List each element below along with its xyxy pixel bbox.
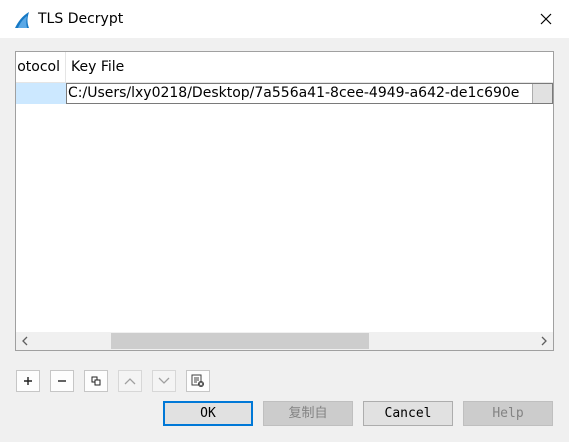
- move-down-icon: [158, 377, 170, 384]
- horizontal-scrollbar[interactable]: [16, 332, 553, 350]
- clear-icon: [191, 374, 204, 387]
- dialog-body: otocol Key File C:/Users/lxy0218/Desktop…: [0, 38, 569, 442]
- copy-icon: [91, 376, 101, 386]
- chevron-left-icon: [22, 336, 28, 346]
- key-file-input[interactable]: C:/Users/lxy0218/Desktop/7a556a41-8cee-4…: [68, 84, 533, 103]
- column-header-key-file[interactable]: Key File: [66, 52, 553, 82]
- table-row[interactable]: C:/Users/lxy0218/Desktop/7a556a41-8cee-4…: [16, 83, 553, 104]
- title-bar: TLS Decrypt: [0, 0, 569, 38]
- column-header-protocol[interactable]: otocol: [16, 52, 66, 82]
- key-table: otocol Key File C:/Users/lxy0218/Desktop…: [15, 51, 554, 351]
- protocol-cell[interactable]: [16, 83, 66, 104]
- key-file-editor[interactable]: C:/Users/lxy0218/Desktop/7a556a41-8cee-4…: [66, 83, 553, 104]
- chevron-right-icon: [541, 336, 547, 346]
- move-down-button[interactable]: [152, 370, 176, 392]
- remove-icon: [58, 380, 66, 382]
- add-icon: [24, 377, 32, 385]
- help-button[interactable]: Help: [463, 401, 553, 426]
- copy-entry-button[interactable]: [84, 370, 108, 392]
- add-entry-button[interactable]: [16, 370, 40, 392]
- ok-button[interactable]: OK: [163, 401, 253, 426]
- scroll-left-button[interactable]: [16, 332, 34, 350]
- remove-entry-button[interactable]: [50, 370, 74, 392]
- table-header: otocol Key File: [16, 52, 553, 83]
- window-title: TLS Decrypt: [38, 11, 124, 27]
- scrollbar-thumb[interactable]: [111, 333, 369, 349]
- copy-from-button[interactable]: 复制自: [263, 401, 353, 426]
- wireshark-fin-icon: [15, 12, 29, 28]
- close-icon: [540, 13, 552, 25]
- close-button[interactable]: [523, 0, 569, 38]
- cancel-button[interactable]: Cancel: [363, 401, 453, 426]
- move-up-button[interactable]: [118, 370, 142, 392]
- browse-button[interactable]: [532, 84, 552, 103]
- move-up-icon: [124, 378, 136, 385]
- scroll-right-button[interactable]: [535, 332, 553, 350]
- clear-entries-button[interactable]: [186, 370, 210, 392]
